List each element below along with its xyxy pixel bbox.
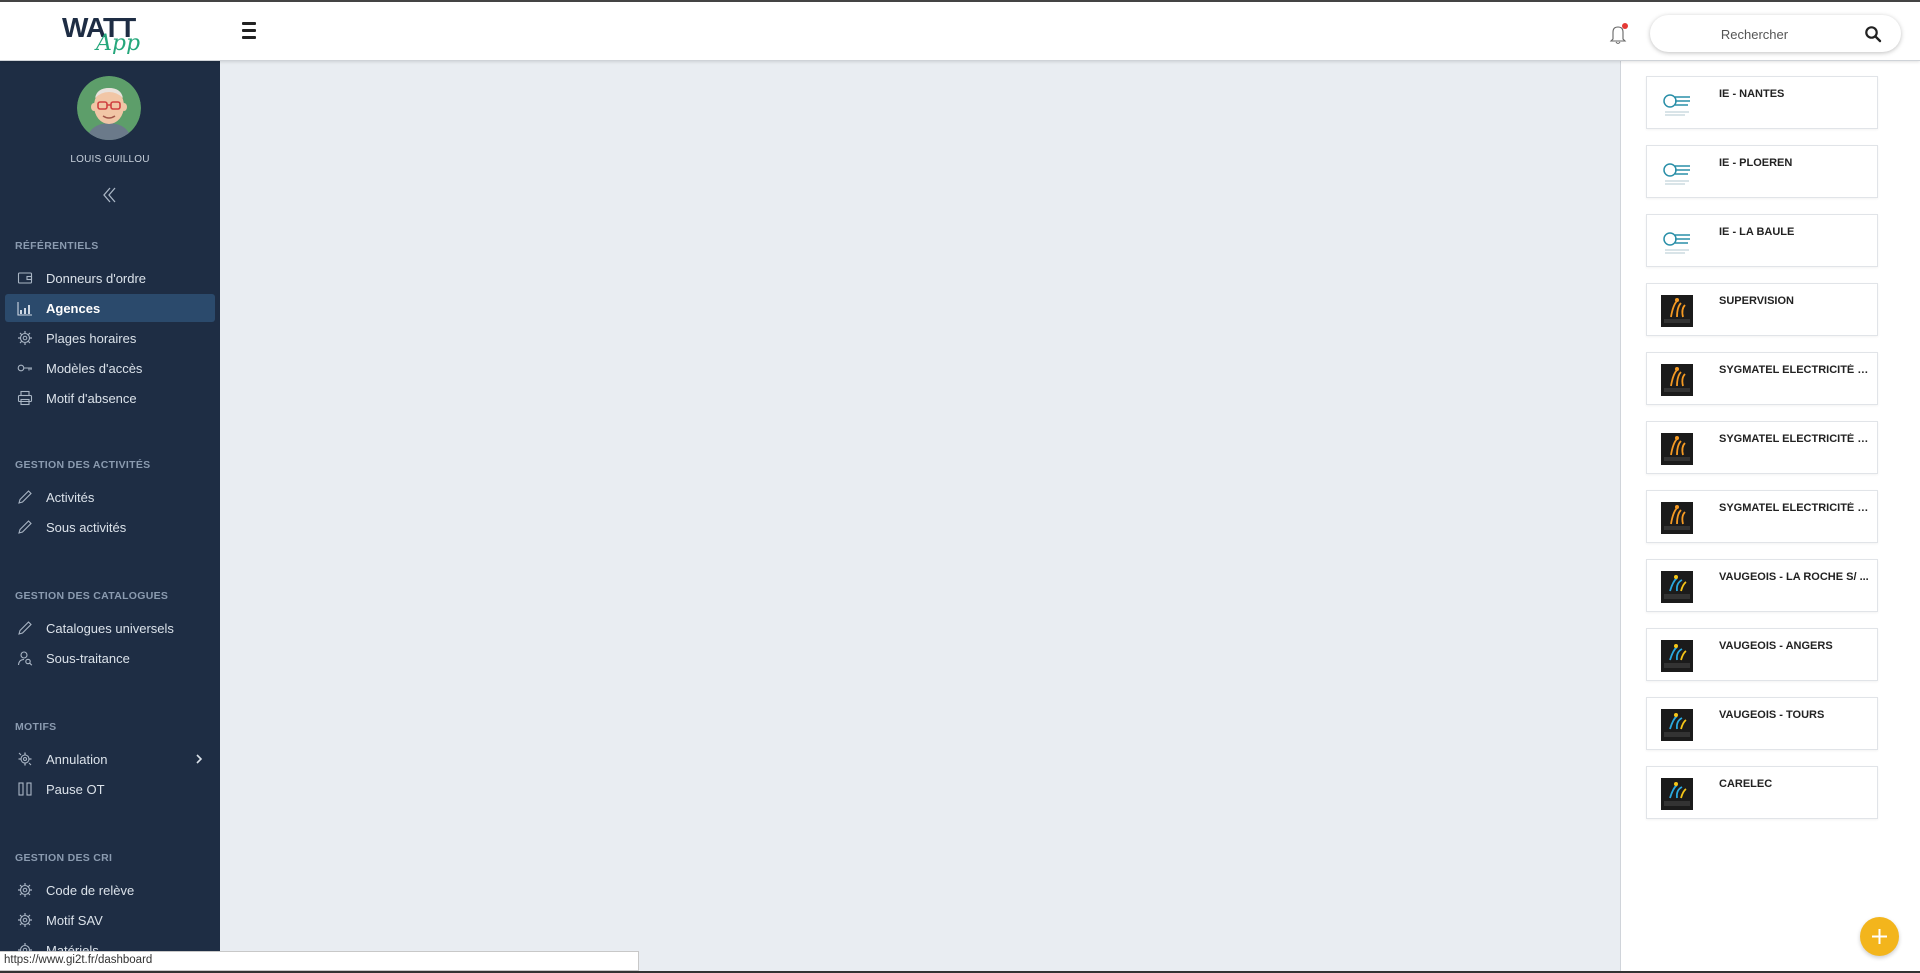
agency-card-vaugeois-angers[interactable]: VAUGEOIS - ANGERS [1646,628,1878,681]
agency-name: IE - PLOEREN [1719,157,1793,169]
agency-logo-vaugeois [1661,640,1693,672]
user-search-icon [17,651,33,666]
sidebar-item-label: Pause OT [46,781,105,797]
chevron-right-icon [196,754,203,764]
sidebar-item-pause-ot[interactable]: Pause OT [5,775,215,803]
sidebar-item-label: Motif d'absence [46,390,137,406]
sidebar-item-modeles-acces[interactable]: Modèles d'accès [5,354,215,382]
pause-icon [18,782,32,796]
hamburger-icon [237,22,261,39]
logo-sub-text: App [94,31,140,54]
sidebar-item-plages-horaires[interactable]: Plages horaires [5,324,215,352]
section-title-gestion-cri: GESTION DES CRI [15,852,113,864]
sidebar-item-label: Agences [46,300,101,316]
agency-name: VAUGEOIS - ANGERS [1719,640,1833,652]
sidebar-item-label: Sous-traitance [46,650,130,666]
plus-icon [1872,929,1887,944]
sidebar-item-label: Donneurs d'ordre [46,270,147,286]
sidebar-item-activites[interactable]: Activités [5,483,215,511]
app-logo[interactable]: WATT App [62,10,162,56]
search-icon[interactable] [1864,25,1882,43]
sidebar-item-sous-traitance[interactable]: Sous-traitance [5,644,215,672]
agency-logo-sygmatel [1661,364,1693,396]
printer-icon [17,390,33,406]
agency-logo-vaugeois [1661,709,1693,741]
agency-name: VAUGEOIS - LA ROCHE S/ ... [1719,571,1869,583]
agency-logo-carelec [1661,778,1693,810]
agency-logo-ie [1661,88,1693,120]
bell-icon [1609,23,1628,45]
search-bar [1650,15,1901,52]
gears-icon [18,752,32,766]
agency-logo-sygmatel [1661,433,1693,465]
avatar[interactable] [77,76,141,140]
agency-name: IE - NANTES [1719,88,1785,100]
main-content [220,61,1620,973]
section-title-motifs: MOTIFS [15,721,57,733]
agency-card-vaugeois-tours[interactable]: VAUGEOIS - TOURS [1646,697,1878,750]
sidebar-item-label: Sous activités [46,519,127,535]
agency-logo-ie [1661,157,1693,189]
agency-card-sygmatel-2[interactable]: SYGMATEL ELECTRICITÉ - ... [1646,421,1878,474]
sidebar-item-label: Catalogues universels [46,620,174,636]
sidebar-item-motif-absence[interactable]: Motif d'absence [5,384,215,412]
agency-card-ie-la-baule[interactable]: IE - LA BAULE [1646,214,1878,267]
top-bar: WATT App [0,0,1920,61]
search-input[interactable] [1662,23,1847,45]
section-title-gestion-activites: GESTION DES ACTIVITÉS [15,459,151,471]
sidebar-item-label: Code de relève [46,882,135,898]
pencil-icon [18,490,32,504]
agency-card-vaugeois-la-roche[interactable]: VAUGEOIS - LA ROCHE S/ ... [1646,559,1878,612]
gear-icon [18,331,32,345]
agency-name: VAUGEOIS - TOURS [1719,709,1825,721]
agency-logo-sygmatel [1661,295,1693,327]
sidebar-item-label: Motif SAV [46,912,103,928]
double-chevron-left-icon [103,187,116,203]
section-title-gestion-catalogues: GESTION DES CATALOGUES [15,590,169,602]
wallet-icon [17,272,33,284]
agency-card-sygmatel-1[interactable]: SYGMATEL ELECTRICITÉ - ... [1646,352,1878,405]
sidebar-item-agences[interactable]: Agences [5,294,215,322]
sidebar-item-label: Annulation [46,751,108,767]
agency-card-ie-ploeren[interactable]: IE - PLOEREN [1646,145,1878,198]
agency-name: CARELEC [1719,778,1773,790]
sidebar-item-label: Activités [46,489,95,505]
sidebar-item-donneurs-ordre[interactable]: Donneurs d'ordre [5,264,215,292]
sidebar-item-catalogues-universels[interactable]: Catalogues universels [5,614,215,642]
sidebar-item-label: Plages horaires [46,330,137,346]
agency-card-sygmatel-3[interactable]: SYGMATEL ELECTRICITÉ - ... [1646,490,1878,543]
agency-name: IE - LA BAULE [1719,226,1795,238]
sidebar-item-label: Modèles d'accès [46,360,143,376]
agency-card-carelec[interactable]: CARELEC [1646,766,1878,819]
menu-toggle-button[interactable] [237,22,261,42]
sidebar: LOUIS GUILLOU RÉFÉRENTIELS Donneurs d'or… [0,61,220,973]
gear-icon [18,883,32,897]
agency-card-ie-nantes[interactable]: IE - NANTES [1646,76,1878,129]
collapse-sidebar-button[interactable] [100,185,120,205]
chart-icon [17,302,32,316]
notification-button[interactable] [1608,22,1630,46]
agency-name: SUPERVISION [1719,295,1794,307]
agency-name: SYGMATEL ELECTRICITÉ - ... [1719,433,1871,445]
gear-icon [18,913,32,927]
agency-logo-ie [1661,226,1693,258]
sidebar-item-code-releve[interactable]: Code de relève [5,876,215,904]
sidebar-item-motif-sav[interactable]: Motif SAV [5,906,215,934]
pencil-icon [18,520,32,534]
agency-logo-vaugeois [1661,571,1693,603]
key-icon [17,364,32,372]
agency-name: SYGMATEL ELECTRICITÉ - ... [1719,502,1871,514]
section-title-referentiels: RÉFÉRENTIELS [15,240,99,252]
browser-status-url: https://www.gi2t.fr/dashboard [0,951,639,971]
pencil-icon [18,621,32,635]
agency-logo-sygmatel [1661,502,1693,534]
user-name: LOUIS GUILLOU [70,154,150,165]
agency-list-panel: IE - NANTES IE - PLOEREN IE - LA BAULE S… [1620,61,1920,973]
sidebar-item-sous-activites[interactable]: Sous activités [5,513,215,541]
sidebar-item-annulation[interactable]: Annulation [5,745,215,773]
agency-card-supervision[interactable]: SUPERVISION [1646,283,1878,336]
add-agency-button[interactable] [1860,917,1899,956]
agency-name: SYGMATEL ELECTRICITÉ - ... [1719,364,1871,376]
